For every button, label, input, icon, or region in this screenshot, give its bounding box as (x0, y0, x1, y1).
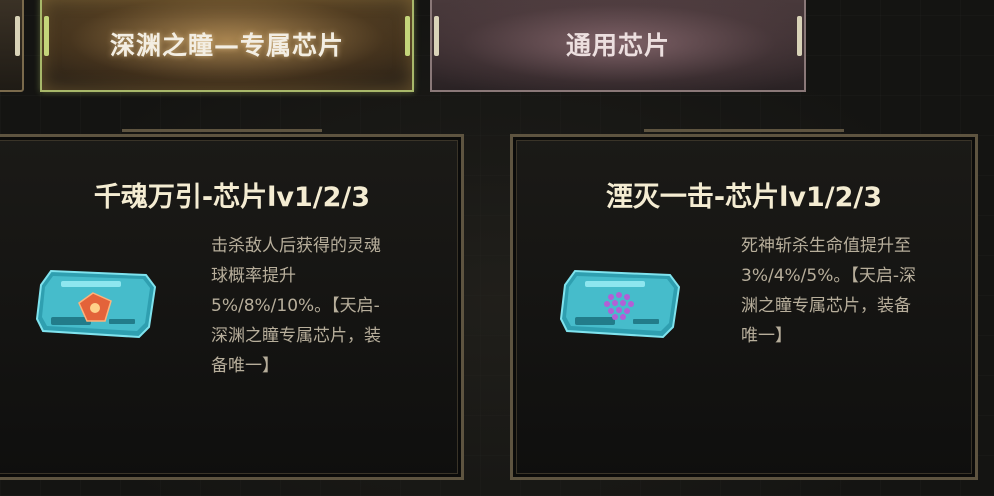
tab-general-chip[interactable]: 通用芯片 (430, 0, 806, 92)
chip-card-soul-attraction[interactable]: 千魂万引-芯片lv1/2/3 击杀敌人后获得的灵魂 球概率提升 5%/8%/10… (0, 134, 464, 480)
tab-label: 深渊之瞳—专属芯片 (109, 31, 344, 60)
card-description: 死神斩杀生命值提升至 3%/4%/5%。【天启-深 渊之瞳专属芯片，装备 唯一】 (741, 231, 961, 351)
tab-notch (434, 16, 439, 56)
desc-line: 3%/4%/5%。【天启-深 (741, 266, 916, 286)
desc-line: 渊之瞳专属芯片，装备 (741, 296, 911, 316)
tab-notch (15, 16, 20, 56)
tab-label: 通用芯片 (565, 31, 670, 60)
tab-notch (797, 16, 802, 56)
desc-line: 备唯一】 (211, 356, 279, 376)
tab-notch (44, 16, 49, 56)
desc-line: 5%/8%/10%。【天启- (211, 296, 380, 316)
chip-strike-icon (555, 257, 685, 347)
card-title: 湮灭一击-芯片lv1/2/3 (605, 182, 883, 213)
desc-line: 球概率提升 (211, 266, 296, 286)
card-title: 千魂万引-芯片lv1/2/3 (93, 182, 371, 213)
chip-card-annihilation-strike[interactable]: 湮灭一击-芯片lv1/2/3 死神斩杀生命值提升至 3%/4%/5%。【天启-深… (510, 134, 978, 480)
desc-line: 击杀敌人后获得的灵魂 (211, 236, 381, 256)
desc-line: 深渊之瞳专属芯片，装 (211, 326, 381, 346)
tab-abyss-eye-exclusive-chip[interactable]: 深渊之瞳—专属芯片 (40, 0, 414, 92)
tab-previous[interactable] (0, 0, 24, 92)
desc-line: 唯一】 (741, 326, 792, 346)
desc-line: 死神斩杀生命值提升至 (741, 236, 911, 256)
tab-notch (405, 16, 410, 56)
chip-soul-icon (31, 257, 161, 347)
card-description: 击杀敌人后获得的灵魂 球概率提升 5%/8%/10%。【天启- 深渊之瞳专属芯片… (211, 231, 431, 381)
